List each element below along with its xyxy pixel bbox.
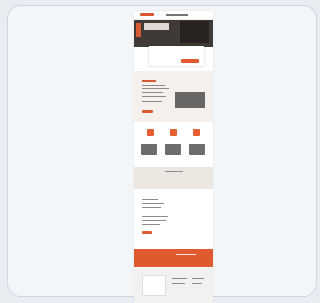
text-line — [142, 92, 163, 93]
site-navigation — [166, 14, 188, 16]
feature-icon — [193, 129, 200, 136]
website-thumbnail — [134, 11, 213, 303]
text-line — [172, 283, 185, 284]
text-line — [142, 203, 164, 204]
text-line — [165, 171, 183, 172]
text-line — [142, 207, 161, 208]
intro-button — [142, 110, 153, 113]
team-photo — [175, 92, 205, 108]
text-line — [142, 216, 168, 217]
site-logo-icon — [140, 13, 154, 16]
hero-image — [180, 21, 209, 43]
feature-icon — [147, 129, 154, 136]
footer-map-box — [142, 275, 166, 296]
feature-icon — [170, 129, 177, 136]
text-line — [192, 283, 202, 284]
call-to-action-band — [134, 249, 213, 267]
text-line — [142, 199, 158, 200]
text-line — [142, 88, 169, 89]
text-line — [192, 278, 204, 279]
section-heading-accent — [142, 80, 156, 82]
hero-text-block — [144, 23, 169, 30]
content-card — [165, 144, 181, 155]
content-card — [141, 144, 157, 155]
text-line — [142, 96, 166, 97]
text-line — [142, 101, 162, 102]
text-line — [142, 85, 165, 86]
preview-card — [7, 5, 317, 303]
feature-icons — [147, 129, 201, 139]
hero-button — [181, 59, 199, 63]
site-header — [134, 11, 213, 20]
details-button — [142, 231, 152, 234]
text-line — [172, 278, 187, 279]
floating-content-card — [149, 46, 204, 66]
text-line — [142, 224, 160, 225]
content-card — [189, 144, 205, 155]
text-line — [142, 220, 166, 221]
text-line — [176, 254, 196, 255]
hero-accent-strip — [136, 23, 141, 37]
